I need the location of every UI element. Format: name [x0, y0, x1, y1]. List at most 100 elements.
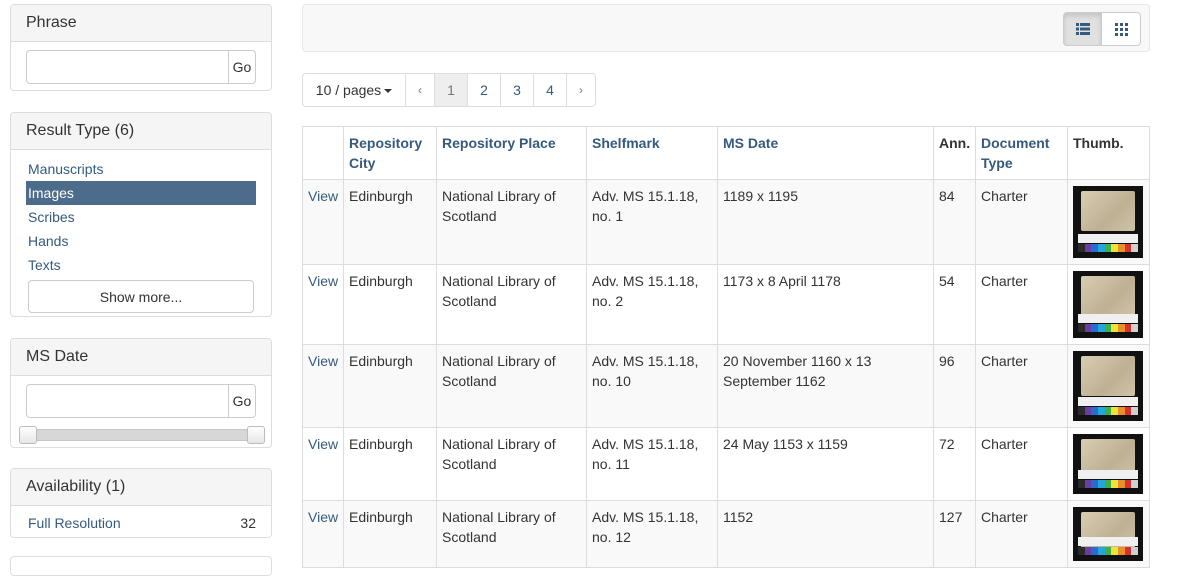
colorbar-swatch [1131, 407, 1139, 415]
cell-ms-date: 1173 x 8 April 1178 [717, 264, 934, 345]
thumbnail-image[interactable] [1073, 271, 1143, 338]
cell-document-type: Charter [975, 427, 1068, 501]
show-more-button[interactable]: Show more... [28, 280, 254, 313]
view-link[interactable]: View [302, 264, 344, 345]
result-type-list: Manuscripts Images Scribes Hands Texts [26, 157, 256, 277]
cell-shelfmark: Adv. MS 15.1.18, no. 11 [586, 427, 718, 501]
cell-ms-date: 1189 x 1195 [717, 179, 934, 265]
colorbar-swatch [1078, 244, 1085, 252]
next-facet-panel [10, 556, 272, 576]
colorbar-swatch [1124, 244, 1132, 252]
colorbar-swatch [1118, 244, 1125, 252]
per-page-dropdown[interactable]: 10 / pages [302, 73, 406, 107]
header-ann: Ann. [933, 126, 976, 180]
colorbar-swatch [1104, 480, 1112, 488]
grid-icon [1114, 22, 1128, 36]
colorbar-swatch [1098, 407, 1105, 415]
cell-document-type: Charter [975, 500, 1068, 568]
cell-repository-city: Edinburgh [343, 500, 437, 568]
next-page-button[interactable]: › [567, 73, 596, 107]
colorbar-swatch [1131, 244, 1139, 252]
page-4-button[interactable]: 4 [534, 73, 567, 107]
cell-ann: 96 [933, 344, 976, 428]
colorbar-swatch [1078, 480, 1085, 488]
ms-date-input[interactable] [26, 384, 228, 418]
header-shelfmark[interactable]: Shelfmark [586, 126, 718, 180]
colorbar-swatch [1084, 324, 1092, 332]
phrase-search-group: Go [26, 50, 256, 84]
thumbnail-image[interactable] [1073, 186, 1143, 258]
table-row: View Edinburgh National Library of Scotlan… [302, 179, 1150, 265]
colorbar-swatch [1098, 547, 1105, 555]
colorbar-swatch [1131, 480, 1139, 488]
thumbnail-image[interactable] [1073, 507, 1143, 561]
cell-shelfmark: Adv. MS 15.1.18, no. 2 [586, 264, 718, 345]
colorbar-swatch [1111, 244, 1119, 252]
thumbnail-parchment [1081, 356, 1135, 396]
colorbar-swatch [1118, 480, 1125, 488]
results-table: Repository City Repository Place Shelfma… [302, 126, 1150, 568]
slider-handle-min[interactable] [19, 426, 37, 444]
view-link[interactable]: View [302, 179, 344, 265]
phrase-go-button[interactable]: Go [228, 50, 256, 84]
list-view-button[interactable] [1063, 12, 1102, 46]
thumbnail-image[interactable] [1073, 351, 1143, 421]
colorbar-swatch [1104, 547, 1112, 555]
phrase-input[interactable] [26, 50, 228, 84]
cell-ann: 84 [933, 179, 976, 265]
colorbar-swatch [1118, 324, 1125, 332]
prev-page-button[interactable]: ‹ [406, 73, 435, 107]
thumbnail-ruler [1078, 537, 1138, 546]
table-row: View Edinburgh National Library of Scotlan… [302, 427, 1150, 501]
table-row: View Edinburgh National Library of Scotlan… [302, 500, 1150, 568]
view-link[interactable]: View [302, 500, 344, 568]
colorbar-swatch [1098, 244, 1105, 252]
cell-repository-city: Edinburgh [343, 344, 437, 428]
colorbar-swatch [1091, 407, 1099, 415]
page-1-button[interactable]: 1 [435, 73, 468, 107]
thumbnail-colorbar [1078, 407, 1139, 415]
cell-ms-date: 20 November 1160 x 13 September 1162 [717, 344, 934, 428]
header-ms-date[interactable]: MS Date [717, 126, 934, 180]
table-row: View Edinburgh National Library of Scotlan… [302, 264, 1150, 345]
colorbar-swatch [1118, 407, 1125, 415]
colorbar-swatch [1124, 407, 1132, 415]
availability-panel-title: Availability (1) [11, 469, 271, 506]
facet-item-images[interactable]: Images [26, 181, 256, 205]
facet-item-texts[interactable]: Texts [26, 253, 256, 277]
facet-item-scribes[interactable]: Scribes [26, 205, 256, 229]
pagination: 10 / pages ‹ 1 2 3 4 › [302, 73, 596, 107]
thumbnail-parchment [1081, 191, 1135, 231]
cell-shelfmark: Adv. MS 15.1.18, no. 10 [586, 344, 718, 428]
colorbar-swatch [1091, 480, 1099, 488]
view-link[interactable]: View [302, 427, 344, 501]
thumbnail-parchment [1081, 512, 1135, 552]
ms-date-go-button[interactable]: Go [228, 384, 256, 418]
cell-ann: 127 [933, 500, 976, 568]
colorbar-swatch [1084, 244, 1092, 252]
list-icon [1075, 23, 1090, 35]
header-document-type[interactable]: Document Type [975, 126, 1068, 180]
availability-item-label[interactable]: Full Resolution [28, 512, 121, 534]
colorbar-swatch [1111, 407, 1119, 415]
availability-item-full-resolution[interactable]: Full Resolution 32 [28, 512, 256, 534]
cell-document-type: Charter [975, 344, 1068, 428]
slider-handle-max[interactable] [247, 426, 265, 444]
availability-panel: Availability (1) Full Resolution 32 [10, 468, 272, 538]
header-repository-city[interactable]: Repository City [343, 126, 437, 180]
phrase-panel: Phrase Go [10, 4, 272, 91]
grid-view-button[interactable] [1102, 12, 1141, 46]
colorbar-swatch [1124, 547, 1132, 555]
page-2-button[interactable]: 2 [468, 73, 501, 107]
cell-document-type: Charter [975, 264, 1068, 345]
page-3-button[interactable]: 3 [501, 73, 534, 107]
view-link[interactable]: View [302, 344, 344, 428]
facet-item-manuscripts[interactable]: Manuscripts [26, 157, 256, 181]
colorbar-swatch [1084, 547, 1092, 555]
header-view [302, 126, 344, 180]
header-repository-place[interactable]: Repository Place [436, 126, 587, 180]
colorbar-swatch [1091, 547, 1099, 555]
ms-date-slider[interactable] [19, 426, 265, 444]
facet-item-hands[interactable]: Hands [26, 229, 256, 253]
thumbnail-image[interactable] [1073, 434, 1143, 494]
